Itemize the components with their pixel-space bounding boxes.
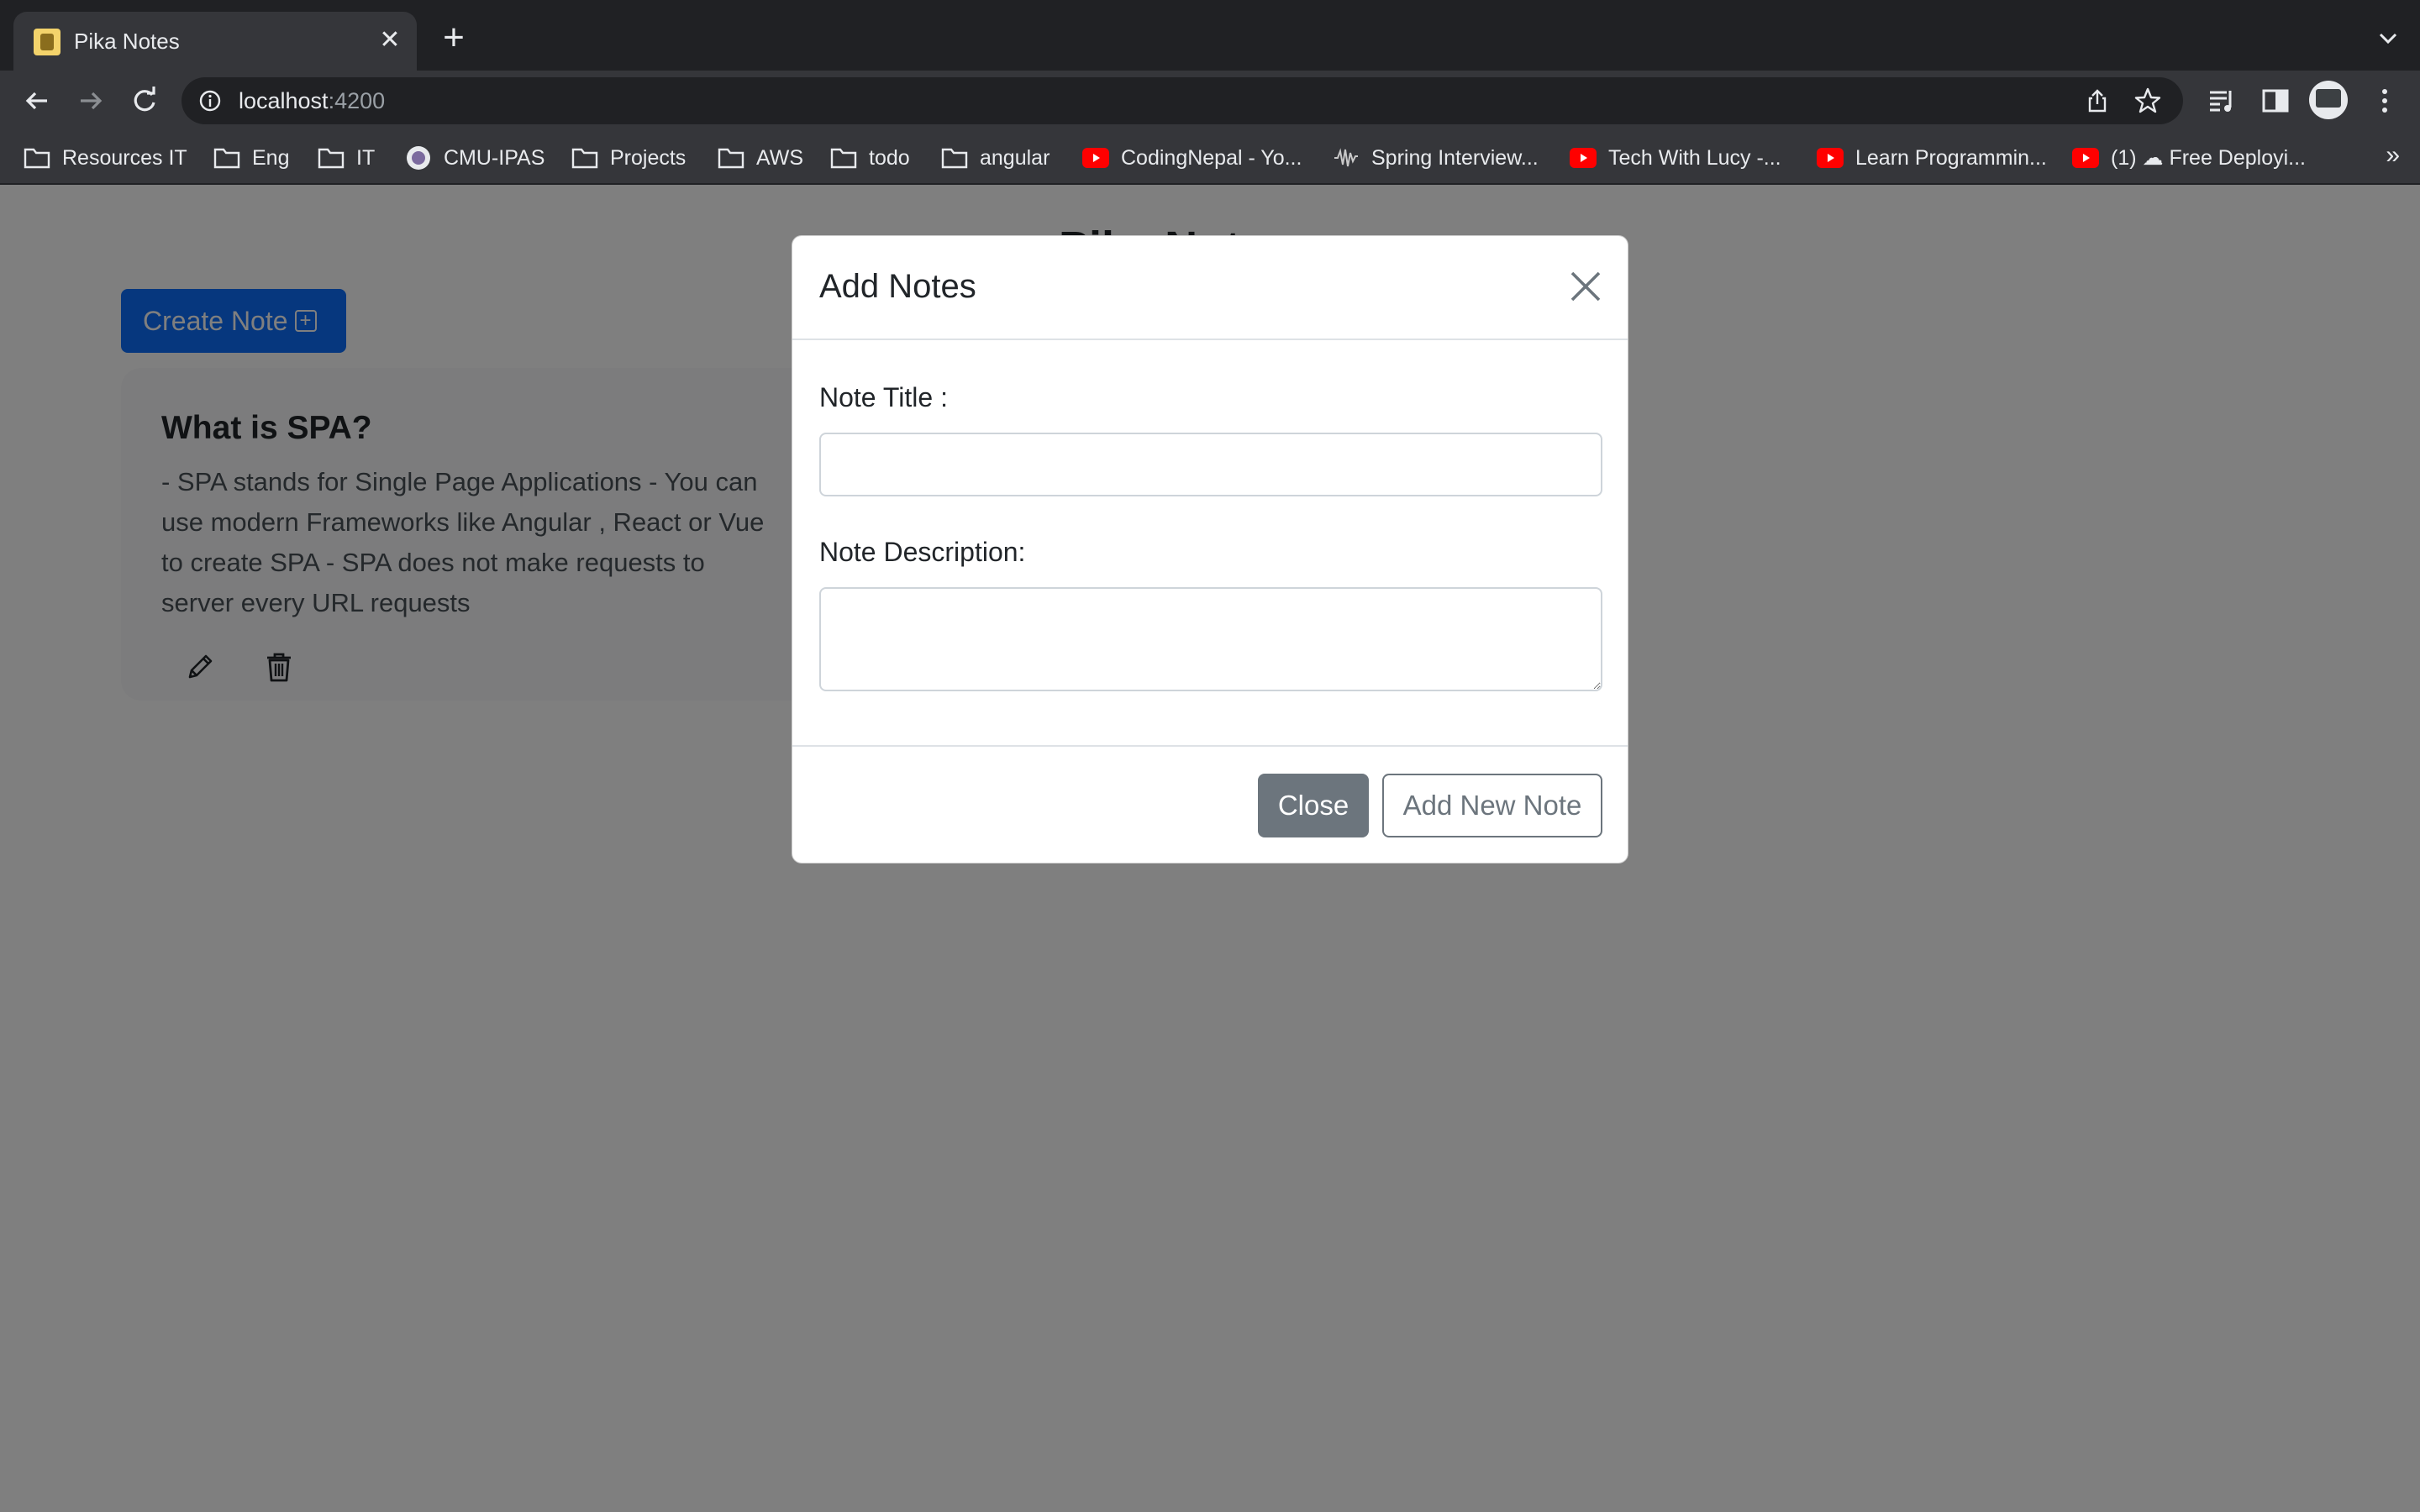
bookmark-angular[interactable]: angular bbox=[941, 141, 1050, 175]
modal-footer: Close Add New Note bbox=[792, 745, 1628, 863]
browser-tab-strip: Pika Notes ✕ + bbox=[0, 0, 2420, 71]
youtube-icon bbox=[1570, 148, 1597, 168]
note-title-label: Note Title : bbox=[819, 382, 948, 412]
bookmark-spring-interview[interactable]: Spring Interview... bbox=[1333, 141, 1539, 175]
close-button[interactable]: Close bbox=[1258, 774, 1369, 837]
share-icon[interactable] bbox=[2084, 87, 2111, 114]
url-text: localhost:4200 bbox=[239, 88, 386, 113]
close-icon[interactable] bbox=[1567, 268, 1604, 305]
folder-icon bbox=[318, 148, 345, 169]
profile-avatar[interactable] bbox=[2309, 81, 2348, 119]
bookmark-tech-with-lucy[interactable]: Tech With Lucy -... bbox=[1570, 141, 1781, 175]
bookmark-cmu-ipas[interactable]: CMU-IPAS bbox=[405, 141, 544, 175]
browser-tab[interactable]: Pika Notes ✕ bbox=[13, 12, 417, 71]
cmu-site-icon bbox=[407, 146, 430, 170]
browser-toolbar: localhost:4200 bbox=[0, 71, 2420, 129]
youtube-icon bbox=[1817, 148, 1844, 168]
bookmarks-overflow-icon[interactable]: » bbox=[2386, 141, 2400, 170]
folder-icon bbox=[24, 148, 50, 169]
bookmark-resources-it[interactable]: Resources IT bbox=[24, 141, 187, 175]
add-notes-modal: Add Notes Note Title : Note Description:… bbox=[792, 235, 1628, 864]
back-arrow-icon[interactable] bbox=[18, 82, 55, 119]
bookmark-star-icon[interactable] bbox=[2133, 86, 2163, 116]
media-queue-icon[interactable] bbox=[2205, 84, 2238, 118]
reload-icon[interactable] bbox=[126, 82, 163, 119]
note-title-input[interactable] bbox=[819, 433, 1602, 496]
folder-icon bbox=[830, 148, 857, 169]
bookmark-aws[interactable]: AWS bbox=[718, 141, 803, 175]
folder-icon bbox=[718, 148, 744, 169]
bookmark-eng[interactable]: Eng bbox=[213, 141, 289, 175]
note-description-textarea[interactable] bbox=[819, 587, 1602, 691]
side-panel-icon[interactable] bbox=[2259, 84, 2292, 118]
site-info-icon[interactable] bbox=[198, 89, 222, 113]
tab-close-icon[interactable]: ✕ bbox=[373, 24, 407, 57]
pika-favicon-icon bbox=[34, 29, 60, 55]
tab-search-chevron-icon[interactable] bbox=[2373, 24, 2403, 54]
browser-menu-icon[interactable] bbox=[2368, 84, 2402, 118]
modal-title: Add Notes bbox=[819, 268, 976, 305]
bookmark-codingnepal[interactable]: CodingNepal - Yo... bbox=[1082, 141, 1302, 175]
tab-title: Pika Notes bbox=[74, 29, 180, 54]
forward-arrow-icon[interactable] bbox=[72, 82, 109, 119]
bookmark-free-deploying[interactable]: (1) ☁ Free Deployi... bbox=[2072, 141, 2306, 175]
modal-header: Add Notes bbox=[792, 236, 1628, 340]
bookmark-todo[interactable]: todo bbox=[830, 141, 910, 175]
bookmark-it[interactable]: IT bbox=[318, 141, 375, 175]
folder-icon bbox=[941, 148, 968, 169]
bookmark-projects[interactable]: Projects bbox=[571, 141, 686, 175]
new-tab-icon[interactable]: + bbox=[437, 19, 471, 56]
bookmark-learn-programming[interactable]: Learn Programmin... bbox=[1817, 141, 2047, 175]
folder-icon bbox=[213, 148, 240, 169]
note-description-label: Note Description: bbox=[819, 537, 1026, 567]
folder-icon bbox=[571, 148, 598, 169]
address-bar[interactable]: localhost:4200 bbox=[182, 77, 2183, 124]
bookmarks-bar: Resources IT Eng IT CMU-IPAS Projects AW… bbox=[0, 129, 2420, 185]
waveform-icon bbox=[1334, 148, 1358, 167]
add-new-note-button[interactable]: Add New Note bbox=[1382, 774, 1602, 837]
youtube-icon bbox=[2072, 148, 2099, 168]
youtube-icon bbox=[1082, 148, 1109, 168]
